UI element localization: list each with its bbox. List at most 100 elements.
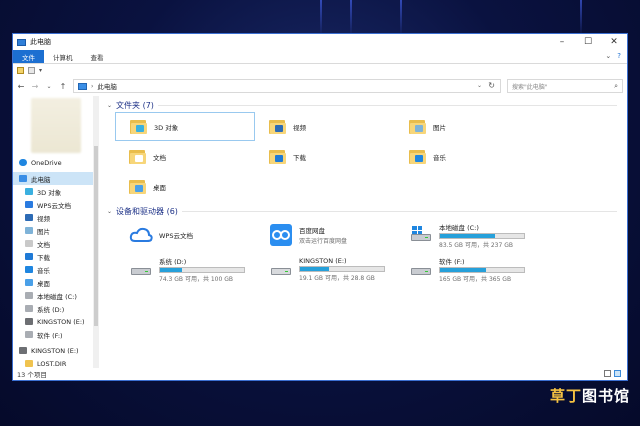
sidebar-item-label: OneDrive xyxy=(31,158,62,167)
watermark-part2: 图书馆 xyxy=(581,387,630,405)
folder-item[interactable]: 3D 对象 xyxy=(115,112,255,141)
folder-icon xyxy=(130,119,148,135)
up-button[interactable]: ↑ xyxy=(59,82,67,91)
sidebar-item[interactable]: 视频 xyxy=(13,211,99,224)
title-bar[interactable]: 此电脑 – ☐ ✕ xyxy=(13,34,627,50)
sidebar-item-label: 软件 (F:) xyxy=(37,331,63,340)
drive-usage-bar xyxy=(159,266,245,273)
sidebar-item[interactable]: 本地磁盘 (C:) xyxy=(13,289,99,302)
address-bar[interactable]: › 此电脑 ⌄ ↻ xyxy=(73,79,501,93)
folder-label: 音乐 xyxy=(433,153,446,162)
chevron-down-icon[interactable]: ⌄ xyxy=(107,208,112,215)
drive-icon xyxy=(409,258,433,280)
drives-group-title: 设备和驱动器 (6) xyxy=(116,206,178,216)
drive-usage-bar xyxy=(439,266,525,273)
search-input[interactable]: 搜索"此电脑" ⌕ xyxy=(507,79,623,93)
music-icon xyxy=(25,266,33,273)
sidebar-item[interactable]: 音乐 xyxy=(13,263,99,276)
sidebar-item[interactable]: 图片 xyxy=(13,224,99,237)
documents-icon xyxy=(25,240,33,247)
drive-name: 本地磁盘 (C:) xyxy=(439,223,479,232)
scrollbar-thumb[interactable] xyxy=(94,146,98,326)
back-button[interactable]: ← xyxy=(17,82,25,91)
drive-item[interactable]: WPS云文档 xyxy=(115,218,255,252)
folder-icon xyxy=(409,149,427,165)
drive-name: 软件 (F:) xyxy=(439,257,465,266)
folder-icon xyxy=(269,149,287,165)
tiles-view-button[interactable] xyxy=(614,370,621,377)
sidebar-item[interactable]: 软件 (F:) xyxy=(13,328,99,341)
maximize-button[interactable]: ☐ xyxy=(575,34,601,50)
folder-label: 下载 xyxy=(293,153,306,162)
qat-dropdown-icon[interactable]: ▾ xyxy=(39,67,42,74)
drive-icon xyxy=(25,331,33,338)
close-button[interactable]: ✕ xyxy=(601,34,627,50)
sidebar-item[interactable]: LOST.DIR xyxy=(13,357,99,368)
chevron-down-icon[interactable]: ⌄ xyxy=(605,52,611,60)
refresh-icon[interactable]: ↻ xyxy=(488,81,495,90)
sidebar-item[interactable]: 桌面 xyxy=(13,276,99,289)
sidebar-item-label: 系统 (D:) xyxy=(37,305,65,314)
sidebar-item[interactable]: KINGSTON (E:) xyxy=(13,315,99,328)
ribbon-tabs: 文件 计算机 查看 ⌄ ? xyxy=(13,50,627,64)
drive-item[interactable]: 系统 (D:) 74.3 GB 可用，共 100 GB xyxy=(115,252,255,286)
drives-group-header[interactable]: ⌄ 设备和驱动器 (6) xyxy=(107,204,627,218)
drive-capacity: 双击运行百度网盘 xyxy=(299,238,348,245)
drive-item[interactable]: 软件 (F:) 165 GB 可用，共 365 GB xyxy=(395,252,535,286)
sidebar-item-label: 本地磁盘 (C:) xyxy=(37,292,77,301)
sidebar-item[interactable]: KINGSTON (E:) xyxy=(13,344,99,357)
folder-label: 文档 xyxy=(153,153,166,162)
drive-item[interactable]: 本地磁盘 (C:) 83.5 GB 可用，共 237 GB xyxy=(395,218,535,252)
details-view-button[interactable] xyxy=(604,370,611,377)
folder-icon xyxy=(409,119,427,135)
sidebar-item[interactable]: WPS云文档 xyxy=(13,198,99,211)
drive-name: 系统 (D:) xyxy=(159,257,187,266)
folders-group-header[interactable]: ⌄ 文件夹 (7) xyxy=(107,98,627,112)
sidebar-item[interactable]: 此电脑 xyxy=(13,172,99,185)
address-dropdown-icon[interactable]: ⌄ xyxy=(477,82,482,89)
chevron-down-icon[interactable]: ⌄ xyxy=(107,102,112,109)
watermark-part1: 草丁 xyxy=(549,387,582,405)
folder-label: 图片 xyxy=(433,123,446,132)
folder-item[interactable]: 桌面 xyxy=(115,172,255,201)
folder-item[interactable]: 下载 xyxy=(255,142,395,171)
folder-icon xyxy=(25,360,33,367)
new-folder-icon[interactable] xyxy=(28,66,35,74)
wps-cloud-icon xyxy=(129,224,153,246)
sidebar-item[interactable]: OneDrive xyxy=(13,156,99,169)
system-drive-icon xyxy=(409,224,433,246)
folder-item[interactable]: 图片 xyxy=(395,112,535,141)
folder-item[interactable]: 视频 xyxy=(255,112,395,141)
forward-button[interactable]: → xyxy=(31,82,39,91)
drive-item[interactable]: 百度网盘 双击运行百度网盘 xyxy=(255,218,395,252)
explorer-window: 此电脑 – ☐ ✕ 文件 计算机 查看 ⌄ ? ▾ ← → ⌄ ↑ › 此电脑 … xyxy=(12,33,628,381)
tab-computer[interactable]: 计算机 xyxy=(44,50,82,63)
cloud-icon xyxy=(19,159,27,166)
sidebar-item[interactable]: 系统 (D:) xyxy=(13,302,99,315)
drive-icon xyxy=(25,305,33,312)
window-title: 此电脑 xyxy=(30,38,51,46)
recent-dropdown-icon[interactable]: ⌄ xyxy=(45,83,53,90)
blurred-quick-access xyxy=(31,98,81,153)
tab-view[interactable]: 查看 xyxy=(82,50,113,63)
sidebar-item[interactable]: 文档 xyxy=(13,237,99,250)
folders-group-title: 文件夹 (7) xyxy=(116,100,154,110)
breadcrumb[interactable]: 此电脑 xyxy=(97,81,117,91)
sidebar-item[interactable]: 下载 xyxy=(13,250,99,263)
address-row: ← → ⌄ ↑ › 此电脑 ⌄ ↻ 搜索"此电脑" ⌕ xyxy=(13,76,627,96)
video-icon xyxy=(25,214,33,221)
folder-icon xyxy=(129,179,147,195)
sidebar-item-label: KINGSTON (E:) xyxy=(37,317,85,326)
sidebar-item[interactable]: 3D 对象 xyxy=(13,185,99,198)
folder-item[interactable]: 音乐 xyxy=(395,142,535,171)
computer-icon xyxy=(78,82,87,90)
sidebar-item-label: KINGSTON (E:) xyxy=(31,346,79,355)
help-icon[interactable]: ? xyxy=(617,52,621,60)
status-bar: 13 个项目 xyxy=(13,368,627,380)
minimize-button[interactable]: – xyxy=(549,34,575,50)
usb-drive-icon xyxy=(269,258,293,280)
drive-item[interactable]: KINGSTON (E:) 19.1 GB 可用，共 28.8 GB xyxy=(255,252,395,286)
folder-item[interactable]: 文档 xyxy=(115,142,255,171)
tab-file[interactable]: 文件 xyxy=(13,50,44,63)
properties-icon[interactable] xyxy=(17,66,24,74)
